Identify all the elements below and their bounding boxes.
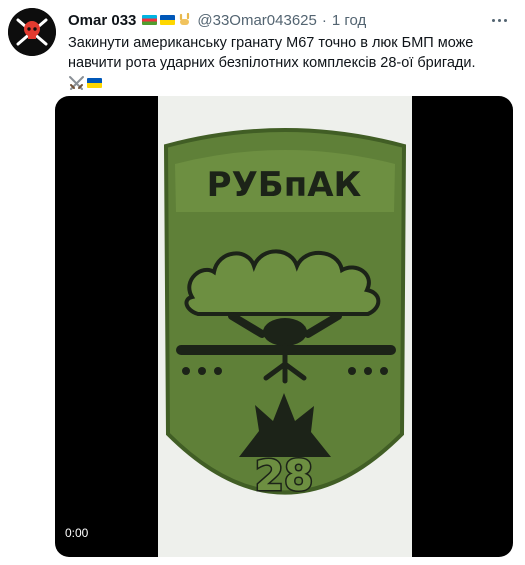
author-handle[interactable]: @33Omar043625 xyxy=(197,12,316,29)
video-player[interactable]: РУБпАК 28 0:00 xyxy=(55,96,513,557)
drone-icon xyxy=(263,318,307,346)
patch-number: 28 xyxy=(255,451,313,500)
bomb-row-right xyxy=(348,367,388,375)
tweet-time[interactable]: 1 год xyxy=(332,12,366,29)
name-emoji-group xyxy=(142,13,192,27)
separator-dot: · xyxy=(321,11,327,29)
video-frame: РУБпАК 28 xyxy=(158,96,412,557)
patch-title: РУБпАК xyxy=(207,165,362,205)
tweet[interactable]: Omar 033 @33Omar043625 · 1 год Закинути … xyxy=(0,0,525,565)
ukraine-flag-icon xyxy=(160,15,176,25)
video-time-display: 0:00 xyxy=(65,526,89,540)
tweet-body: Закинути американську гранату М67 точно … xyxy=(68,33,508,92)
avatar[interactable] xyxy=(8,8,56,56)
ukraine-flag-icon xyxy=(87,78,102,88)
tweet-emoji-line xyxy=(68,74,508,92)
pirate-skull-icon xyxy=(8,8,56,56)
bomb-row-left xyxy=(182,367,222,375)
author-name[interactable]: Omar 033 xyxy=(68,12,136,29)
tweet-header: Omar 033 @33Omar043625 · 1 год xyxy=(68,10,366,30)
more-options-icon[interactable] xyxy=(487,10,511,30)
azerbaijan-flag-icon xyxy=(142,15,158,25)
tweet-text: Закинути американську гранату М67 точно … xyxy=(68,35,476,71)
crossed-swords-icon xyxy=(69,75,84,90)
rock-on-hand-icon xyxy=(180,13,190,25)
